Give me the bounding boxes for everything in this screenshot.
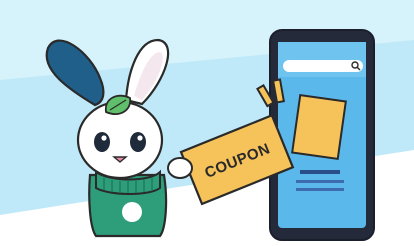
- bunny-eye-left: [94, 132, 110, 152]
- promo-illustration: COUPON: [0, 0, 414, 246]
- phone-text-line-3: [296, 188, 344, 191]
- bunny-sweater-spot: [122, 202, 142, 222]
- bunny-eye-right: [130, 132, 146, 152]
- illustration-canvas: COUPON: [0, 0, 414, 246]
- phone-search-bar[interactable]: [283, 60, 363, 72]
- ticket-card: [291, 93, 347, 161]
- bunny-paw: [167, 157, 193, 179]
- phone-text-line-1: [300, 170, 340, 174]
- phone-text-line-2: [296, 180, 344, 183]
- ticket-paper: [291, 93, 347, 161]
